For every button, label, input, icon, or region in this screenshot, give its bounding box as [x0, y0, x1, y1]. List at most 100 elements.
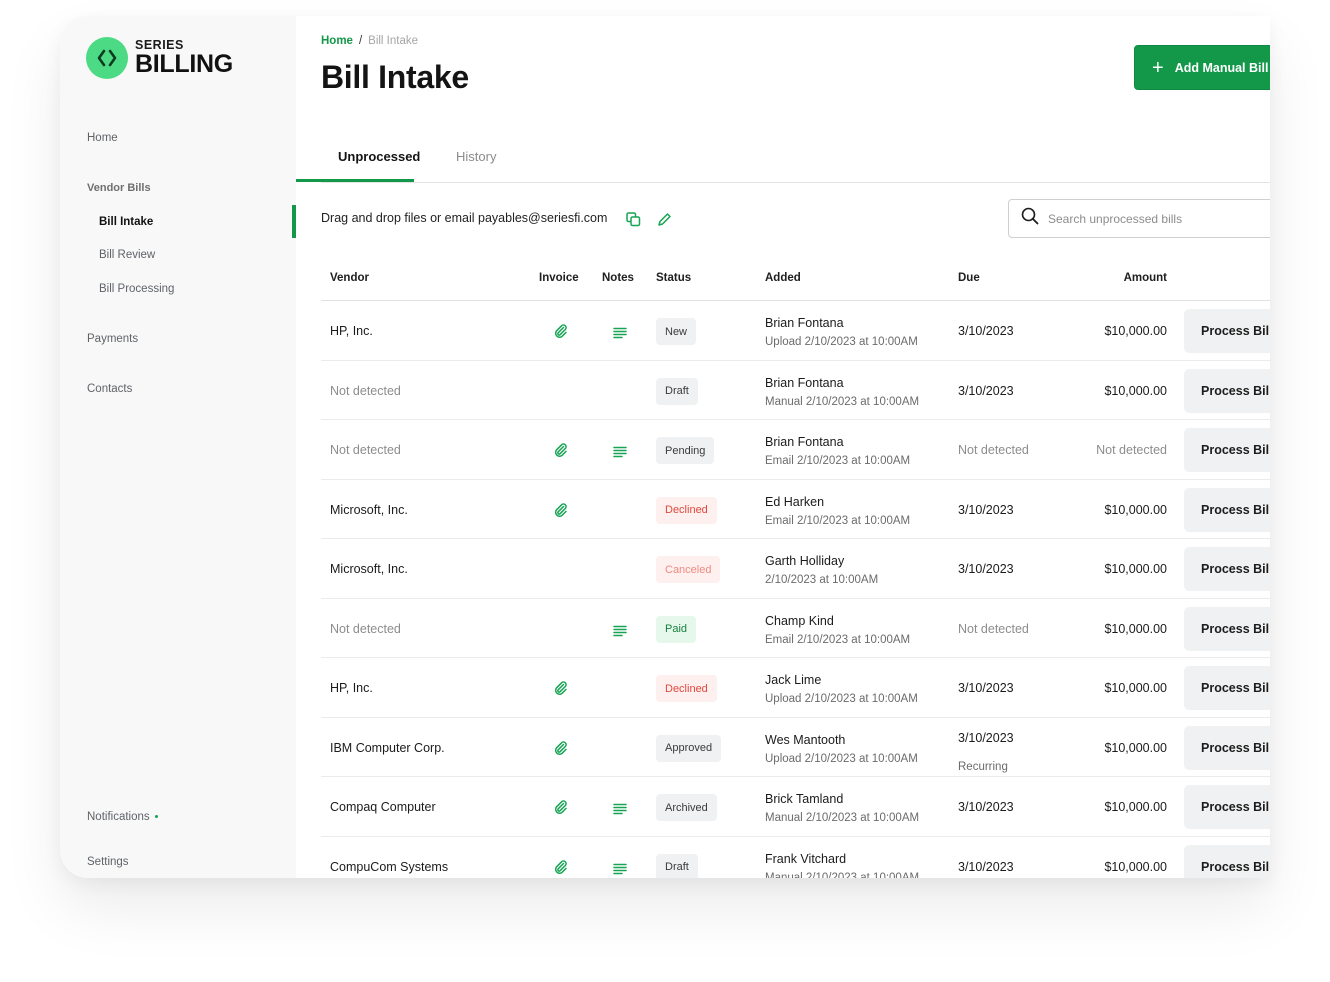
tab-unprocessed[interactable]: Unprocessed — [338, 149, 420, 164]
process-bill-button[interactable]: Process Bill — [1184, 428, 1270, 472]
tab-history[interactable]: History — [456, 149, 496, 164]
added-meta: Manual 2/10/2023 at 10:00AM — [765, 871, 920, 879]
column-header-invoice[interactable]: Invoice — [539, 272, 579, 284]
table-row[interactable]: HP, Inc. Declined Jack Lime Upload 2/10/202… — [321, 658, 1270, 718]
sidebar-item-bill-intake[interactable]: Bill Intake — [99, 216, 153, 228]
due-date: 3/10/2023 — [958, 383, 1014, 398]
due-date: 3/10/2023 — [958, 502, 1014, 517]
table-row[interactable]: Not detected Paid Champ Kind Email 2/10/202… — [321, 599, 1270, 658]
column-header-due[interactable]: Due — [958, 272, 980, 284]
due-meta: Recurring — [958, 760, 1008, 773]
column-header-added[interactable]: Added — [765, 272, 801, 284]
notes-icon[interactable] — [613, 445, 627, 463]
notes-icon[interactable] — [613, 802, 627, 820]
breadcrumb-current: Bill Intake — [368, 35, 419, 47]
process-bill-button[interactable]: Process Bill — [1184, 666, 1270, 710]
notes-icon[interactable] — [613, 862, 627, 879]
table-row[interactable]: HP, Inc. New Brian Fontana Upload 2/10/2023… — [321, 301, 1270, 361]
process-bill-button[interactable]: Process Bill — [1184, 309, 1270, 353]
brand-name: BILLING — [135, 50, 233, 79]
breadcrumb-separator: / — [358, 35, 363, 47]
table-row[interactable]: Microsoft, Inc. Declined Ed Harken Email 2/… — [321, 480, 1270, 539]
code-brackets-icon — [86, 37, 128, 79]
sidebar-item-notifications[interactable]: Notifications — [87, 811, 158, 823]
status-badge: Paid — [656, 615, 697, 643]
added-meta: Upload 2/10/2023 at 10:00AM — [765, 752, 918, 765]
breadcrumb-home[interactable]: Home — [321, 35, 353, 47]
added-meta: Upload 2/10/2023 at 10:00AM — [765, 693, 918, 705]
added-by: Brian Fontana — [765, 375, 844, 390]
vendor-cell: HP, Inc. — [330, 324, 373, 338]
paperclip-icon[interactable] — [554, 443, 568, 462]
plus-icon: + — [1152, 56, 1164, 79]
sidebar-item-home[interactable]: Home — [87, 132, 118, 144]
vendor-cell: Not detected — [330, 621, 401, 636]
sidebar-item-settings[interactable]: Settings — [87, 856, 129, 868]
process-bill-button[interactable]: Process Bill — [1184, 606, 1270, 651]
amount-cell: $10,000.00 — [1104, 621, 1167, 636]
notes-icon[interactable] — [613, 326, 627, 344]
amount-cell: $10,000.00 — [1104, 740, 1167, 755]
process-bill-button[interactable]: Process Bill — [1184, 844, 1270, 878]
notes-icon[interactable] — [613, 624, 627, 642]
added-meta: Manual 2/10/2023 at 10:00AM — [765, 812, 920, 824]
paperclip-icon[interactable] — [554, 324, 568, 343]
search-input[interactable]: Search unprocessed bills — [1048, 212, 1182, 226]
added-meta: 2/10/2023 at 10:00AM — [765, 574, 879, 586]
added-by: Brick Tamland — [765, 792, 844, 806]
added-by: Wes Mantooth — [765, 732, 846, 747]
process-bill-button[interactable]: Process Bill — [1184, 785, 1270, 829]
paperclip-icon[interactable] — [554, 859, 568, 879]
sidebar-item-bill-review[interactable]: Bill Review — [99, 249, 155, 261]
paperclip-icon[interactable] — [554, 502, 568, 522]
table-row[interactable]: CompuCom Systems Draft Frank Vitchard Manua… — [321, 837, 1270, 879]
sidebar-item-payments[interactable]: Payments — [87, 333, 138, 345]
due-date: Not detected — [958, 443, 1029, 457]
process-bill-button[interactable]: Process Bill — [1184, 725, 1270, 770]
search-icon — [1021, 207, 1039, 230]
active-tab-underline — [296, 179, 414, 182]
brand-logo[interactable]: SERIES BILLING — [86, 37, 233, 79]
main-content: Home / Bill Intake Bill Intake + Add Manua… — [296, 16, 1270, 878]
added-meta: Manual 2/10/2023 at 10:00AM — [765, 395, 920, 408]
paperclip-icon[interactable] — [554, 681, 568, 700]
column-header-vendor[interactable]: Vendor — [330, 272, 369, 284]
status-badge: Archived — [656, 794, 717, 821]
status-badge: Draft — [656, 377, 698, 405]
status-badge: Pending — [656, 437, 715, 464]
add-manual-bill-button[interactable]: + Add Manual Bill — [1134, 45, 1270, 90]
paperclip-icon[interactable] — [554, 800, 568, 819]
column-header-status[interactable]: Status — [656, 272, 691, 284]
added-meta: Email 2/10/2023 at 10:00AM — [765, 633, 911, 646]
table-row[interactable]: Microsoft, Inc. Canceled Garth Holliday 2/1… — [321, 539, 1270, 599]
sidebar-item-contacts[interactable]: Contacts — [87, 383, 132, 395]
process-bill-button[interactable]: Process Bill — [1184, 487, 1270, 532]
status-badge: Approved — [656, 734, 722, 762]
amount-cell: $10,000.00 — [1104, 681, 1167, 695]
column-header-notes[interactable]: Notes — [602, 272, 634, 284]
copy-icon[interactable] — [625, 211, 641, 227]
due-date: 3/10/2023 — [958, 681, 1014, 695]
tabs: Unprocessed History — [321, 136, 1270, 183]
paperclip-icon[interactable] — [554, 740, 568, 760]
added-by: Brian Fontana — [765, 316, 844, 330]
column-header-amount[interactable]: Amount — [1124, 272, 1167, 284]
vendor-cell: Microsoft, Inc. — [330, 562, 408, 576]
table-body: HP, Inc. New Brian Fontana Upload 2/10/2023… — [321, 301, 1270, 878]
bills-table: Vendor Invoice Notes Status Added Due Am… — [321, 266, 1270, 878]
table-row[interactable]: Not detected Pending Brian Fontana Email 2/… — [321, 420, 1270, 480]
table-row[interactable]: Not detected Draft Brian Fontana Manual 2/1… — [321, 361, 1270, 420]
sidebar-item-notifications-label: Notifications — [87, 811, 150, 823]
sidebar-item-bill-processing[interactable]: Bill Processing — [99, 283, 174, 295]
table-row[interactable]: IBM Computer Corp. Approved Wes Mantooth Up… — [321, 718, 1270, 777]
sidebar-section-vendor-bills[interactable]: Vendor Bills — [87, 182, 151, 194]
search-box[interactable]: Search unprocessed bills — [1008, 199, 1270, 238]
table-row[interactable]: Compaq Computer Archived Brick Tamland Manu… — [321, 777, 1270, 837]
pencil-icon[interactable] — [656, 211, 672, 227]
status-badge: New — [656, 318, 697, 345]
process-bill-button[interactable]: Process Bill — [1184, 368, 1270, 413]
vendor-cell: Compaq Computer — [330, 800, 436, 814]
process-bill-button[interactable]: Process Bill — [1184, 547, 1270, 591]
amount-cell: $10,000.00 — [1104, 859, 1167, 874]
status-badge: Declined — [656, 496, 717, 524]
